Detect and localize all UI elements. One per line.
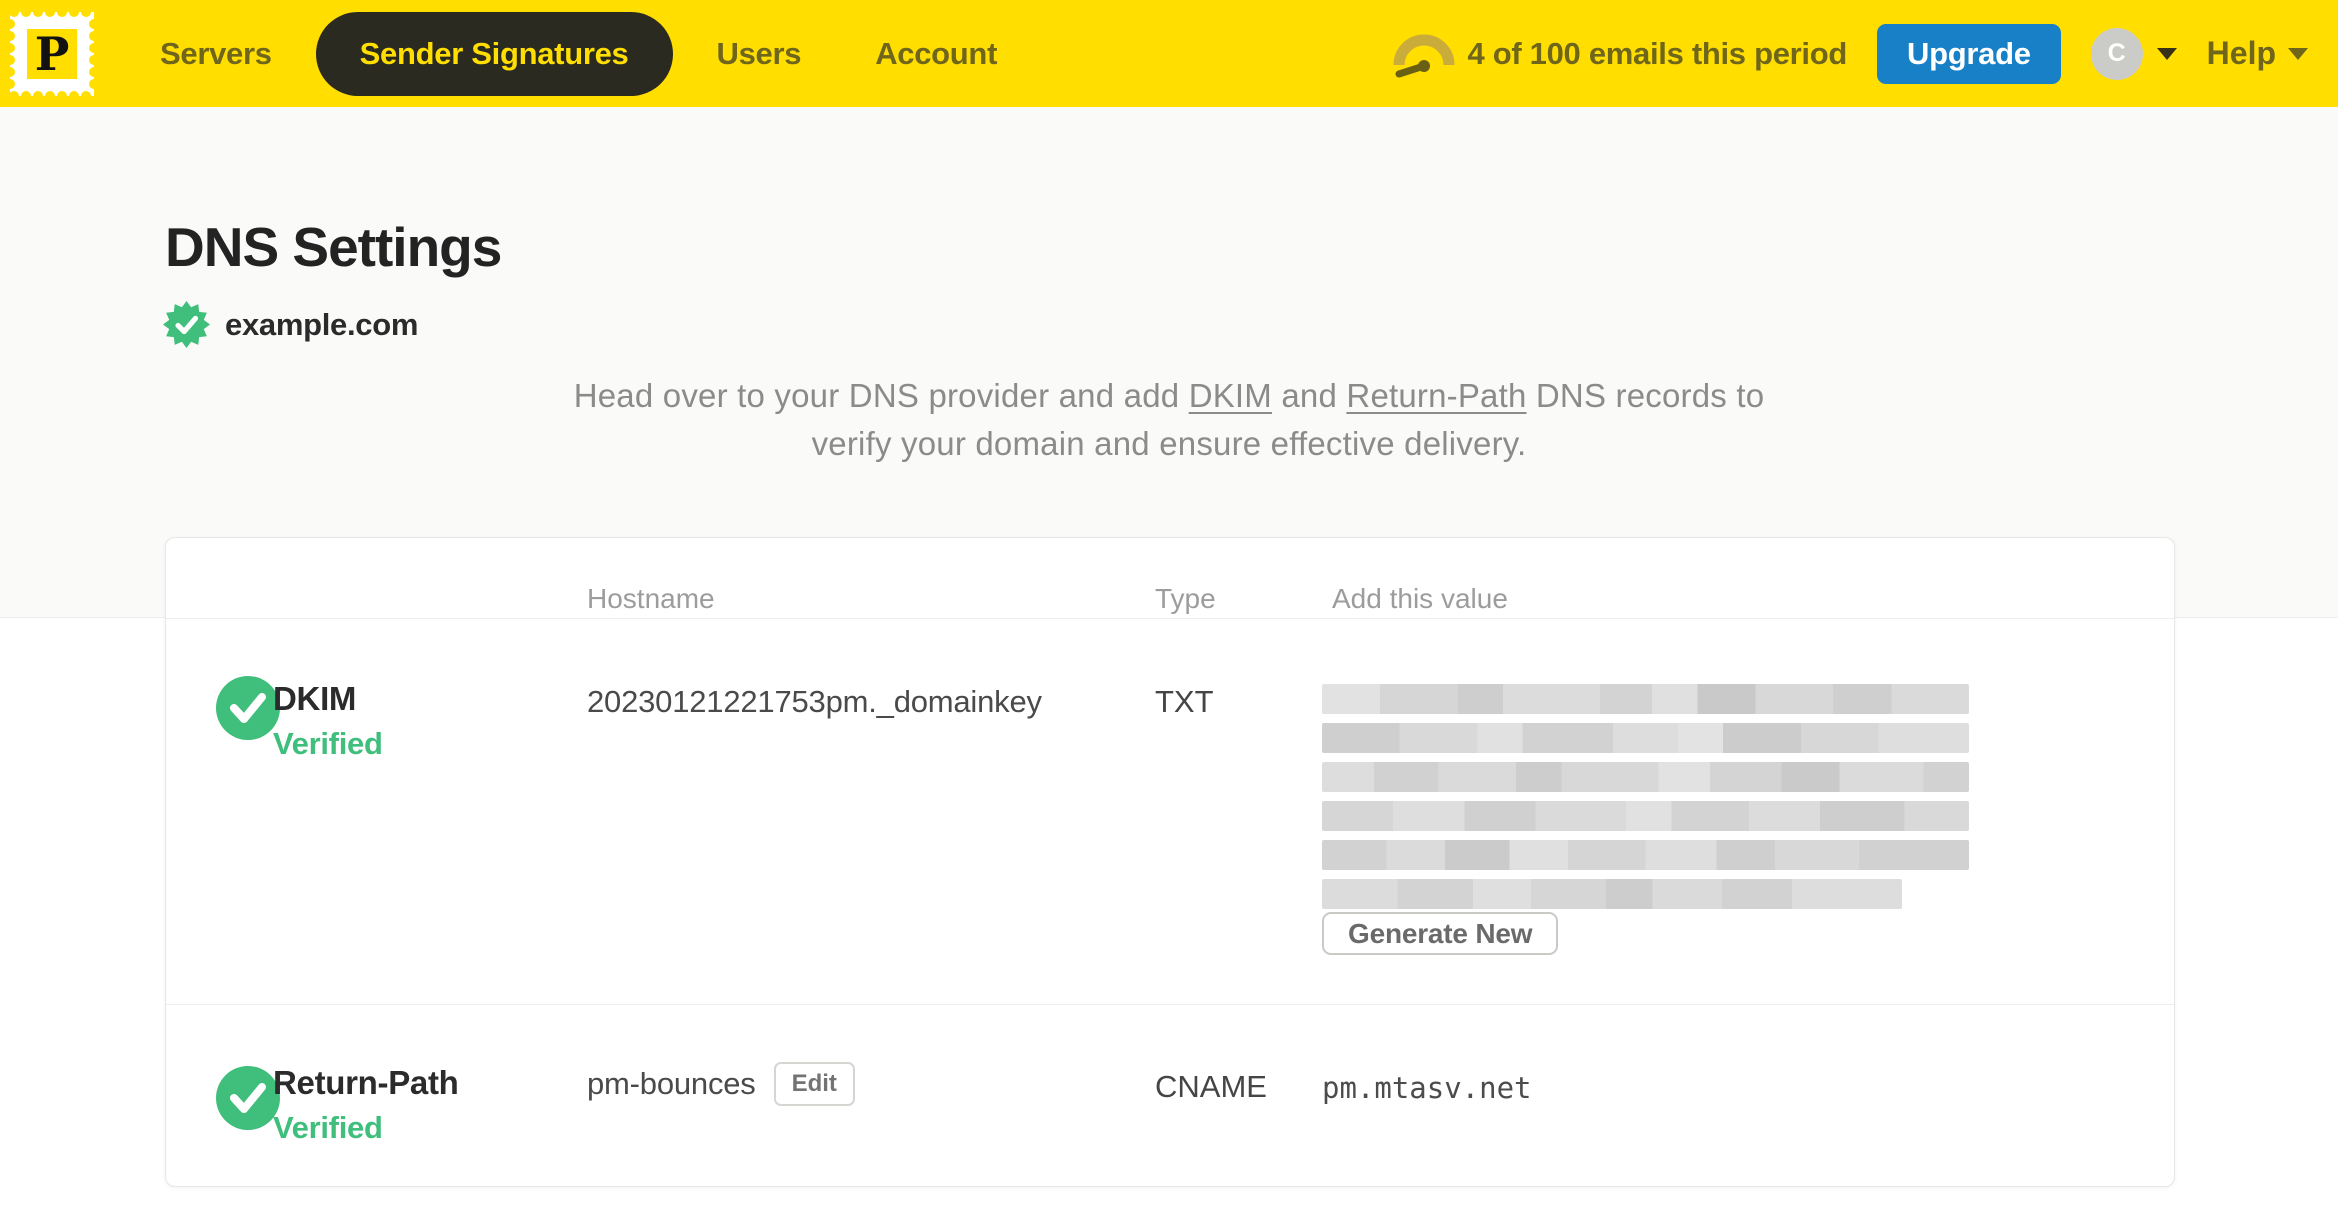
svg-text:P: P [35,27,70,81]
domain-row: example.com [163,301,418,348]
dkim-link[interactable]: DKIM [1189,377,1272,414]
dkim-hostname: 20230121221753pm._domainkey [587,684,1042,719]
column-header-type: Type [1155,583,1216,614]
verified-seal-icon [163,301,210,348]
redacted-value-line [1322,723,1969,753]
account-menu-button[interactable]: C [2090,27,2177,80]
nav-items: Servers Sender Signatures Users Account [130,11,1027,96]
top-nav: P Servers Sender Signatures Users Accoun… [0,0,2338,107]
return-path-hostname-cell: pm-bounces Edit [587,1062,855,1106]
verified-check-icon [216,676,280,740]
header-divider [166,618,2174,619]
nav-right: 4 of 100 emails this period Upgrade C He… [1393,23,2308,84]
return-path-hostname: pm-bounces [587,1066,756,1101]
verified-check-icon [216,1066,280,1130]
redacted-value-line [1322,879,1902,909]
column-header-value: Add this value [1332,583,1508,614]
return-path-value: pm.mtasv.net [1322,1071,1532,1105]
upgrade-button[interactable]: Upgrade [1877,23,2061,84]
record-status: Verified [273,1110,383,1145]
return-path-type: CNAME [1155,1069,1267,1104]
nav-item-account[interactable]: Account [845,12,1027,96]
chevron-down-icon [2156,47,2177,60]
intro-part3-line2: verify your domain and ensure effective … [811,425,1527,462]
nav-item-servers[interactable]: Servers [130,12,302,96]
edit-button[interactable]: Edit [773,1062,855,1106]
app-viewport: P Servers Sender Signatures Users Accoun… [0,0,2338,1222]
nav-item-users[interactable]: Users [687,12,832,96]
return-path-link[interactable]: Return-Path [1346,377,1526,414]
avatar: C [2090,27,2143,80]
record-name: DKIM [273,680,357,717]
dkim-type: TXT [1155,684,1214,719]
intro-text: Head over to your DNS provider and add D… [165,372,2173,468]
nav-item-sender-signatures[interactable]: Sender Signatures [315,11,673,96]
gauge-icon [1393,34,1455,77]
redacted-value-line [1322,762,1969,792]
redacted-value-line [1322,840,1969,870]
dns-records-card: Hostname Type Add this value DKIM Verifi… [165,537,2175,1187]
intro-part3-line1: DNS records to [1526,377,1765,414]
column-header-hostname: Hostname [587,583,715,614]
page-title: DNS Settings [165,216,502,278]
record-name: Return-Path [273,1064,459,1101]
help-label: Help [2206,35,2276,71]
record-status: Verified [273,726,383,761]
redacted-value-line [1322,801,1969,831]
intro-part1: Head over to your DNS provider and add [573,377,1189,414]
redacted-value-line [1322,684,1969,714]
intro-part2: and [1272,377,1347,414]
usage-text: 4 of 100 emails this period [1467,35,1847,71]
stamp-logo-icon: P [5,6,99,101]
usage-meter: 4 of 100 emails this period [1393,27,1847,81]
domain-name: example.com [225,306,419,342]
row-divider [166,1004,2174,1005]
generate-new-button[interactable]: Generate New [1322,912,1559,955]
postmark-logo[interactable]: P [5,6,99,101]
chevron-down-icon [2288,47,2308,60]
help-menu-button[interactable]: Help [2207,35,2308,72]
